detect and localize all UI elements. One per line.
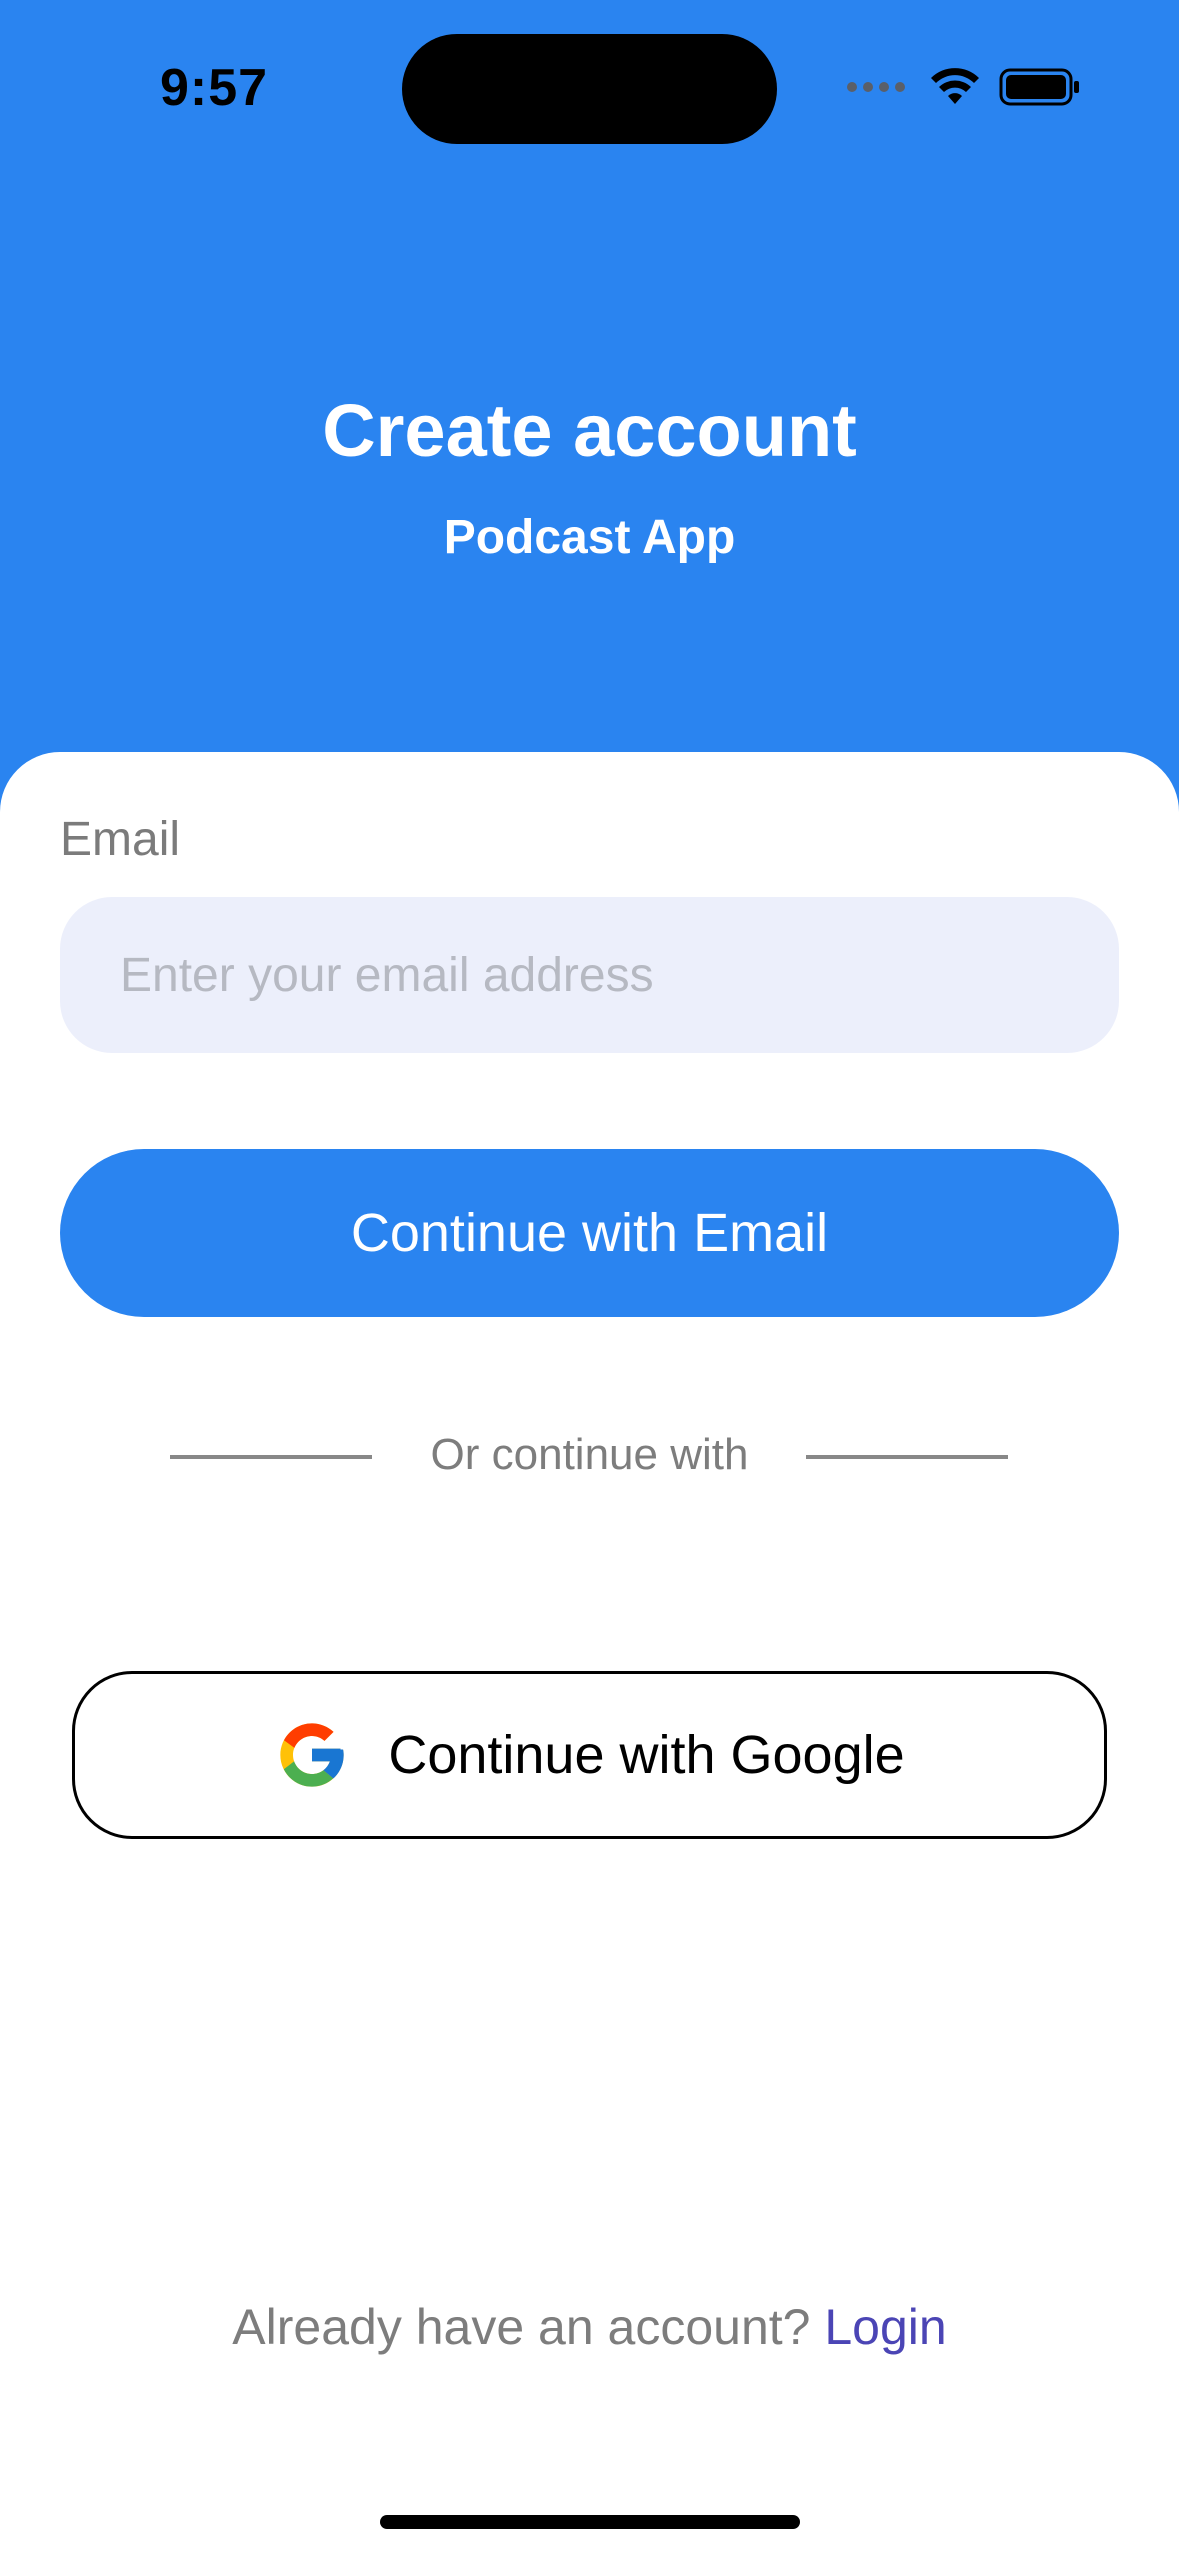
google-icon [280,1723,344,1787]
divider-line-right [806,1455,1008,1459]
cellular-signal-icon [847,82,905,92]
page-title: Create account [322,389,857,472]
status-indicators [847,62,1081,112]
email-label: Email [60,813,181,866]
email-input[interactable] [60,897,1119,1053]
login-prompt: Already have an account? Login [0,2298,1179,2356]
wifi-icon [931,68,979,104]
status-time: 9:57 [160,59,269,117]
continue-with-email-button[interactable]: Continue with Email [60,1149,1119,1317]
continue-with-google-button[interactable]: Continue with Google [72,1671,1107,1839]
dynamic-island [402,34,777,144]
login-prompt-text: Already have an account? [232,2299,811,2355]
home-indicator[interactable] [380,2515,800,2529]
app-name: Podcast App [443,511,736,564]
continue-with-email-label: Continue with Email [350,1203,829,1263]
continue-with-google-label: Continue with Google [388,1725,905,1785]
battery-icon [999,68,1079,106]
login-link[interactable]: Login [824,2299,946,2355]
